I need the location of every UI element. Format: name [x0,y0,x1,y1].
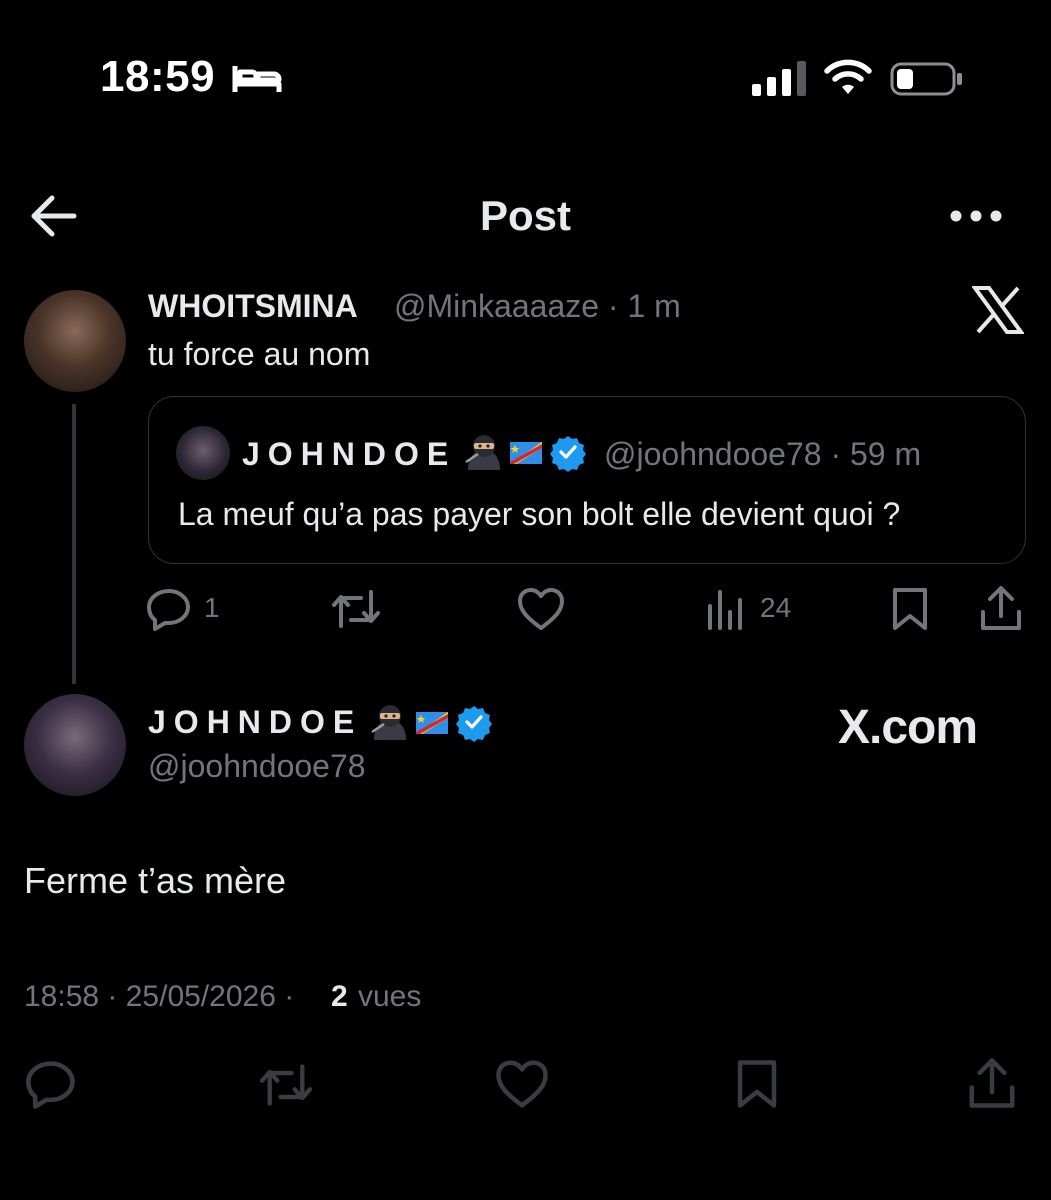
tweet-text: tu force au nom [148,336,371,372]
quote-text: La meuf qu’a pas payer son bolt elle dev… [178,496,901,532]
retweet-icon[interactable] [256,1060,316,1110]
battery-icon [890,62,964,96]
verified-badge-icon [550,436,586,472]
bookmark-icon[interactable] [734,1058,780,1110]
main-tweet-text: Ferme t’as mère [24,860,287,901]
author-handle-time[interactable]: @Minkaaaaze · 1 m [394,288,681,325]
views-count: 24 [760,592,792,623]
flag-icon [510,442,542,464]
x-com-watermark: X.com [838,701,978,754]
reply-count: 1 [204,592,220,623]
bed-icon [232,62,282,96]
quoted-tweet[interactable] [148,396,1026,564]
reply-icon[interactable] [24,1058,78,1110]
main-author-name[interactable]: JOHNDOE [148,704,362,741]
page-title: Post [479,192,571,239]
share-icon[interactable] [978,584,1024,632]
reply-icon[interactable] [146,586,192,632]
tweet-timestamp: 18:58 · 25/05/2026 · [24,980,295,1013]
wifi-icon [824,58,872,96]
verified-badge-icon [456,706,492,742]
author-name[interactable]: WHOITSMINA [148,288,358,325]
like-icon[interactable] [516,586,566,632]
quote-avatar [176,426,230,480]
share-icon[interactable] [966,1056,1018,1110]
tweet-views-count[interactable]: 2 [331,980,348,1014]
main-avatar[interactable] [24,694,126,796]
signal-icon [752,60,808,96]
like-icon[interactable] [494,1058,550,1110]
ninja-icon [465,435,500,470]
main-badges [368,700,502,744]
quote-handle-time: @joohndooe78 · 59 m [604,436,922,472]
more-icon[interactable] [948,208,1004,224]
quote-author-name: JOHNDOE [242,436,457,472]
x-logo-icon [972,286,1024,334]
main-author-handle[interactable]: @joohndooe78 [148,748,366,785]
thread-line [72,404,76,684]
retweet-icon[interactable] [330,586,382,632]
flag-icon [416,712,448,734]
status-time: 18:59 [100,52,216,101]
quote-badges [462,432,596,472]
views-icon[interactable] [706,588,746,630]
bookmark-icon[interactable] [890,586,930,632]
ninja-icon [371,705,406,740]
avatar[interactable] [24,290,126,392]
tweet-views-label: vues [358,980,422,1013]
